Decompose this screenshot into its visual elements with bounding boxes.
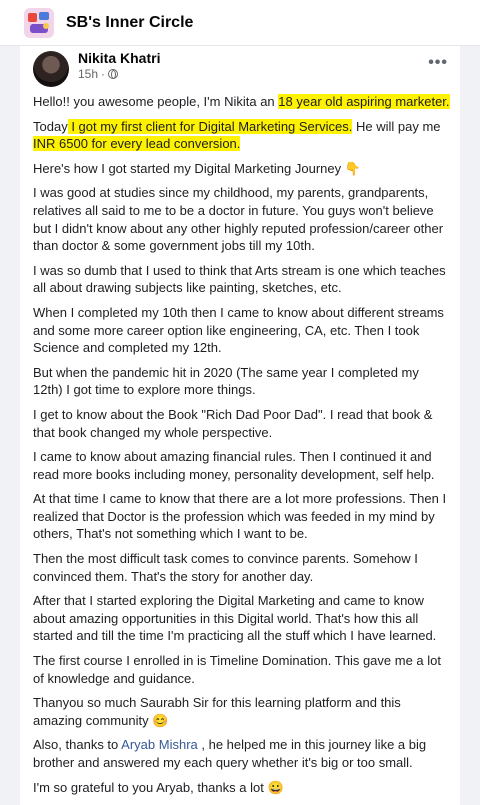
author-name[interactable]: Nikita Khatri	[78, 50, 160, 66]
mention-link[interactable]: Aryab Mishra	[121, 737, 198, 752]
author-avatar[interactable]	[33, 51, 69, 87]
post-paragraph: I came to know about amazing financial r…	[33, 449, 435, 482]
post-paragraph: When I completed my 10th then I came to …	[33, 304, 444, 356]
group-name[interactable]: SB's Inner Circle	[66, 14, 193, 32]
post-paragraph: Also, thanks to Aryab Mishra , he helped…	[33, 737, 427, 770]
post-paragraph: I was good at studies since my childhood…	[33, 185, 444, 254]
more-options-button[interactable]: •••	[428, 54, 448, 72]
post-time[interactable]: 15h	[78, 67, 98, 81]
post-paragraph: Here's how I got started my Digital Mark…	[33, 160, 361, 176]
post-body: Hello!! you awesome people, I'm Nikita a…	[33, 93, 451, 803]
post-card: Nikita Khatri 15h · ••• Hello!! you awes…	[20, 46, 460, 805]
post-paragraph: Then the most difficult task comes to co…	[33, 551, 418, 584]
post-paragraph: But when the pandemic hit in 2020 (The s…	[33, 364, 419, 398]
post-meta: 15h ·	[78, 67, 119, 81]
post-paragraph: I was so dumb that I used to think that …	[33, 262, 446, 296]
post-paragraph: I get to know about the Book "Rich Dad P…	[33, 406, 433, 440]
globe-icon	[108, 69, 119, 79]
post-paragraph: Hello!! you awesome people, I'm Nikita a…	[33, 94, 450, 109]
post-paragraph: Thanyou so much Saurabh Sir for this lea…	[33, 695, 401, 728]
group-header: SB's Inner Circle	[0, 0, 480, 46]
post-paragraph: I'm so grateful to you Aryab, thanks a l…	[33, 779, 284, 795]
post-paragraph: At that time I came to know that there a…	[33, 491, 447, 542]
post-paragraph: After that I started exploring the Digit…	[33, 593, 437, 644]
post-paragraph: Today I got my first client for Digital …	[33, 118, 441, 152]
post-paragraph: The first course I enrolled in is Timeli…	[33, 653, 441, 686]
group-icon[interactable]	[24, 7, 54, 38]
separator: ·	[101, 67, 106, 81]
